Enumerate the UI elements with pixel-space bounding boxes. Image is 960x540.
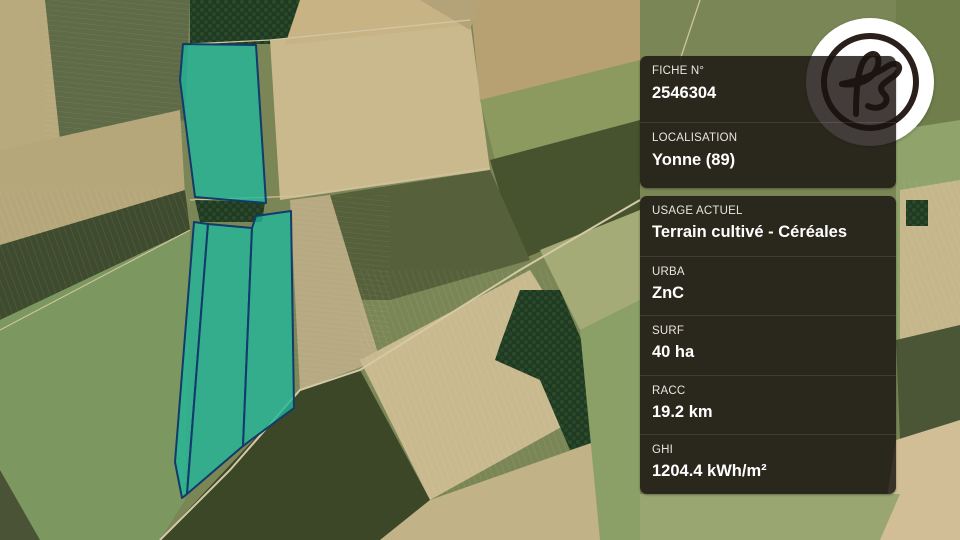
racc-label: RACC [652, 384, 686, 397]
parcel-south-east[interactable] [242, 210, 295, 447]
parcel-north[interactable] [179, 43, 267, 204]
ghi-label: GHI [652, 444, 674, 457]
forest-top [190, 0, 300, 44]
surf-row: SURF 40 ha [640, 315, 896, 375]
surf-value: 40 ha [652, 343, 695, 362]
usage-label: USAGE ACTUEL [652, 205, 743, 217]
location-label: LOCALISATION [652, 132, 738, 144]
fiche-number-value: 2546304 [652, 84, 717, 102]
urba-value: ZnC [652, 283, 685, 302]
usage-value: Terrain cultivé - Céréales [652, 223, 848, 241]
details-card: USAGE ACTUEL Terrain cultivé - Céréales … [640, 196, 896, 494]
ghi-value: 1204.4 kWh/m² [652, 462, 767, 481]
tree-cluster-right [906, 200, 928, 226]
surf-label: SURF [652, 325, 685, 338]
ghi-row: GHI 1204.4 kWh/m² [640, 434, 896, 494]
urba-label: URBA [652, 265, 685, 278]
usage-row: USAGE ACTUEL Terrain cultivé - Céréales [640, 196, 896, 256]
location-value: Yonne (89) [652, 151, 736, 169]
racc-value: 19.2 km [652, 402, 713, 421]
location-row: LOCALISATION Yonne (89) [640, 122, 896, 188]
racc-row: RACC 19.2 km [640, 374, 896, 435]
fiche-card: FICHE N° 2546304 LOCALISATION Yonne (89) [640, 56, 896, 188]
urba-row: URBA ZnC [640, 255, 896, 316]
fiche-number-label: FICHE N° [652, 65, 705, 77]
fiche-number-row: FICHE N° 2546304 [640, 56, 896, 122]
